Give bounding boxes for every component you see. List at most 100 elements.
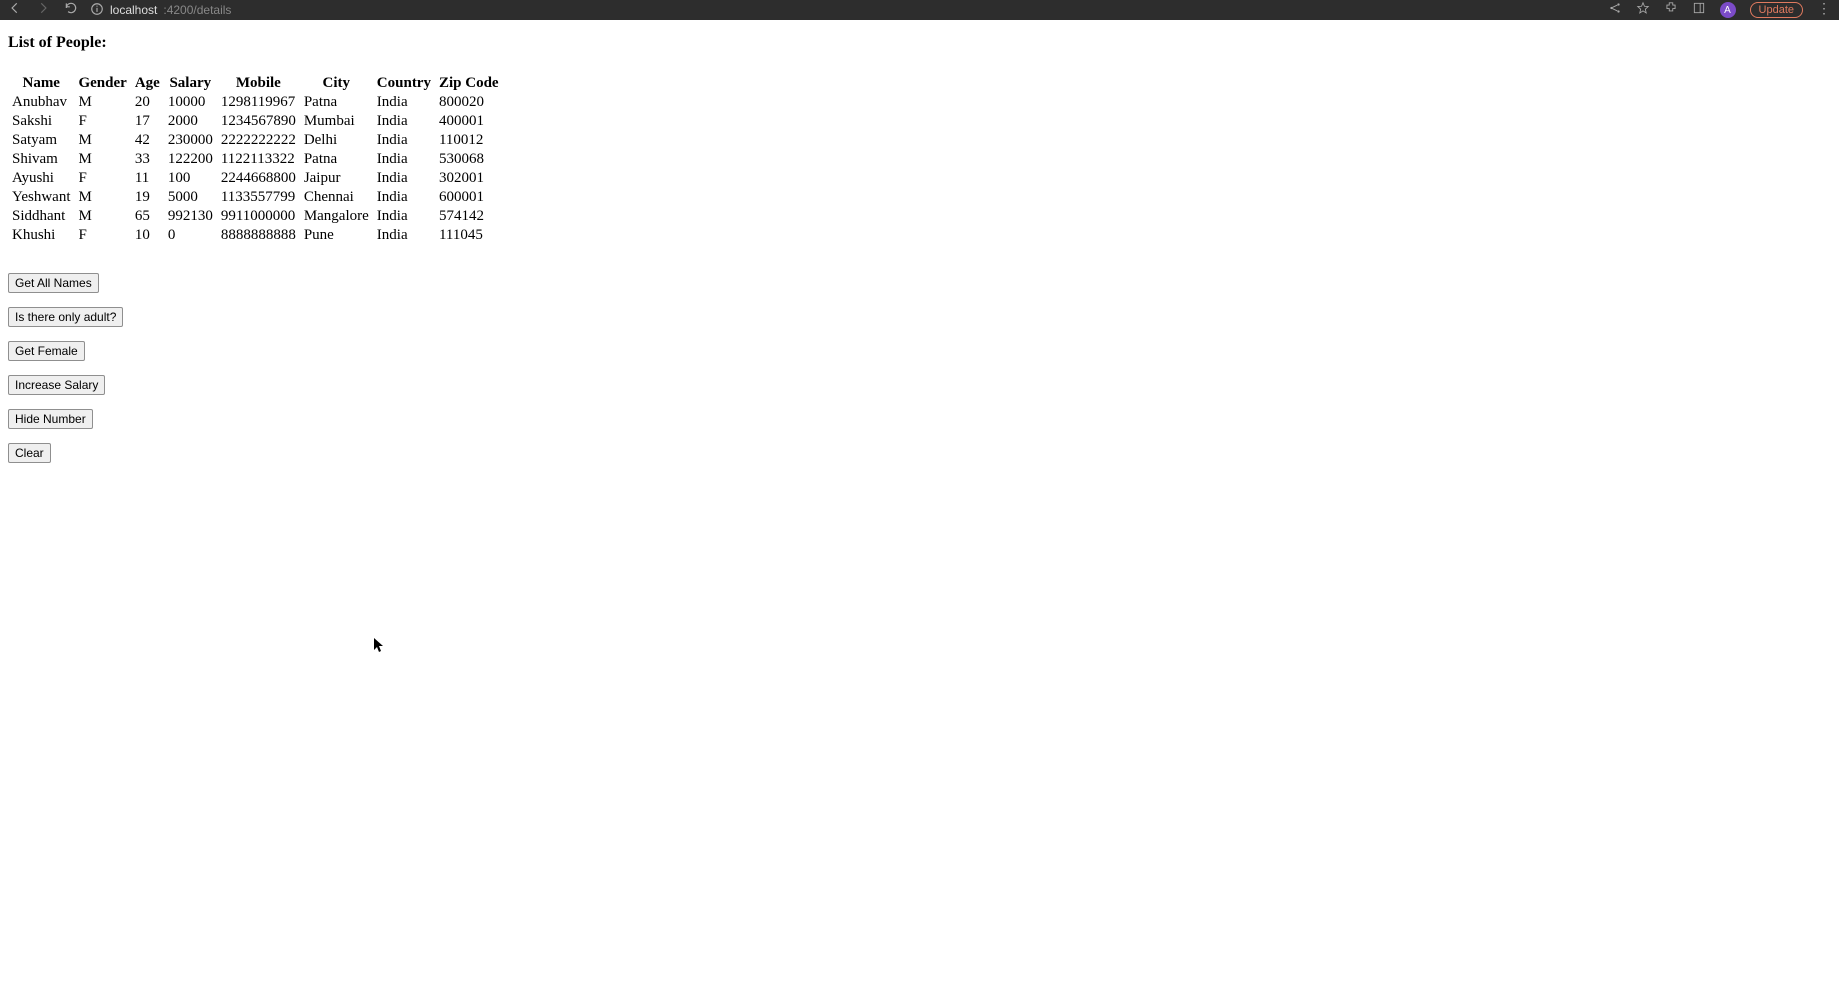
cell-age: 33 bbox=[131, 150, 164, 169]
header-country: Country bbox=[373, 74, 435, 93]
cell-salary: 122200 bbox=[164, 150, 217, 169]
cell-zip: 110012 bbox=[435, 131, 503, 150]
cell-zip: 400001 bbox=[435, 112, 503, 131]
cell-mobile: 9911000000 bbox=[217, 207, 300, 226]
page-content: List of People: Name Gender Age Salary M… bbox=[0, 20, 1839, 485]
cell-zip: 111045 bbox=[435, 226, 503, 245]
cell-salary: 2000 bbox=[164, 112, 217, 131]
cell-gender: M bbox=[74, 188, 130, 207]
header-mobile: Mobile bbox=[217, 74, 300, 93]
cell-salary: 992130 bbox=[164, 207, 217, 226]
header-city: City bbox=[300, 74, 373, 93]
cell-mobile: 2244668800 bbox=[217, 169, 300, 188]
cell-city: Pune bbox=[300, 226, 373, 245]
cell-name: Ayushi bbox=[8, 169, 74, 188]
extensions-icon[interactable] bbox=[1664, 1, 1678, 20]
cell-age: 17 bbox=[131, 112, 164, 131]
avatar[interactable]: A bbox=[1720, 2, 1736, 18]
cell-name: Sakshi bbox=[8, 112, 74, 131]
cell-gender: M bbox=[74, 131, 130, 150]
share-icon[interactable] bbox=[1608, 1, 1622, 20]
cell-country: India bbox=[373, 112, 435, 131]
cell-gender: F bbox=[74, 112, 130, 131]
cell-mobile: 8888888888 bbox=[217, 226, 300, 245]
cell-zip: 574142 bbox=[435, 207, 503, 226]
cell-mobile: 1122113322 bbox=[217, 150, 300, 169]
table-row: SatyamM422300002222222222DelhiIndia11001… bbox=[8, 131, 503, 150]
cell-age: 42 bbox=[131, 131, 164, 150]
cell-name: Shivam bbox=[8, 150, 74, 169]
cell-age: 10 bbox=[131, 226, 164, 245]
cell-name: Siddhant bbox=[8, 207, 74, 226]
reload-icon[interactable] bbox=[64, 1, 78, 20]
cell-name: Anubhav bbox=[8, 93, 74, 112]
back-icon[interactable] bbox=[8, 1, 22, 20]
cell-salary: 5000 bbox=[164, 188, 217, 207]
address-bar[interactable]: localhost :4200/details bbox=[90, 2, 1596, 19]
cell-city: Delhi bbox=[300, 131, 373, 150]
header-gender: Gender bbox=[74, 74, 130, 93]
nav-buttons bbox=[8, 1, 78, 20]
cell-gender: M bbox=[74, 207, 130, 226]
table-row: KhushiF1008888888888PuneIndia111045 bbox=[8, 226, 503, 245]
cell-gender: F bbox=[74, 226, 130, 245]
cell-age: 20 bbox=[131, 93, 164, 112]
cell-age: 65 bbox=[131, 207, 164, 226]
cell-country: India bbox=[373, 150, 435, 169]
cell-country: India bbox=[373, 188, 435, 207]
cell-city: Jaipur bbox=[300, 169, 373, 188]
cell-country: India bbox=[373, 131, 435, 150]
cell-name: Khushi bbox=[8, 226, 74, 245]
table-row: AyushiF111002244668800JaipurIndia302001 bbox=[8, 169, 503, 188]
table-row: SiddhantM659921309911000000MangaloreIndi… bbox=[8, 207, 503, 226]
cell-zip: 800020 bbox=[435, 93, 503, 112]
cell-city: Patna bbox=[300, 93, 373, 112]
table-row: YeshwantM1950001133557799ChennaiIndia600… bbox=[8, 188, 503, 207]
cell-salary: 10000 bbox=[164, 93, 217, 112]
cell-name: Satyam bbox=[8, 131, 74, 150]
cell-country: India bbox=[373, 226, 435, 245]
header-age: Age bbox=[131, 74, 164, 93]
bookmark-star-icon[interactable] bbox=[1636, 1, 1650, 20]
cell-gender: M bbox=[74, 93, 130, 112]
panel-icon[interactable] bbox=[1692, 1, 1706, 20]
cell-zip: 530068 bbox=[435, 150, 503, 169]
cell-zip: 600001 bbox=[435, 188, 503, 207]
cell-zip: 302001 bbox=[435, 169, 503, 188]
browser-toolbar: localhost :4200/details A Update ⋮ bbox=[0, 0, 1839, 20]
clear-button[interactable]: Clear bbox=[8, 443, 51, 463]
table-row: ShivamM331222001122113322PatnaIndia53006… bbox=[8, 150, 503, 169]
cell-gender: M bbox=[74, 150, 130, 169]
cell-mobile: 1234567890 bbox=[217, 112, 300, 131]
cell-salary: 230000 bbox=[164, 131, 217, 150]
forward-icon[interactable] bbox=[36, 1, 50, 20]
mouse-cursor-icon bbox=[374, 638, 386, 654]
header-salary: Salary bbox=[164, 74, 217, 93]
url-host: localhost bbox=[110, 3, 157, 17]
get-female-button[interactable]: Get Female bbox=[8, 341, 85, 361]
site-info-icon[interactable] bbox=[90, 2, 104, 19]
table-row: SakshiF1720001234567890MumbaiIndia400001 bbox=[8, 112, 503, 131]
cell-age: 19 bbox=[131, 188, 164, 207]
header-zip: Zip Code bbox=[435, 74, 503, 93]
cell-city: Chennai bbox=[300, 188, 373, 207]
update-button[interactable]: Update bbox=[1750, 2, 1803, 18]
cell-country: India bbox=[373, 207, 435, 226]
table-header-row: Name Gender Age Salary Mobile City Count… bbox=[8, 74, 503, 93]
table-row: AnubhavM20100001298119967PatnaIndia80002… bbox=[8, 93, 503, 112]
people-table: Name Gender Age Salary Mobile City Count… bbox=[8, 74, 503, 245]
url-path: :4200/details bbox=[163, 3, 231, 17]
page-title: List of People: bbox=[8, 34, 1831, 52]
increase-salary-button[interactable]: Increase Salary bbox=[8, 375, 105, 395]
cell-mobile: 1298119967 bbox=[217, 93, 300, 112]
cell-name: Yeshwant bbox=[8, 188, 74, 207]
cell-city: Mangalore bbox=[300, 207, 373, 226]
cell-gender: F bbox=[74, 169, 130, 188]
cell-country: India bbox=[373, 93, 435, 112]
more-menu-icon[interactable]: ⋮ bbox=[1817, 3, 1831, 17]
is-only-adult-button[interactable]: Is there only adult? bbox=[8, 307, 123, 327]
get-all-names-button[interactable]: Get All Names bbox=[8, 273, 99, 293]
header-name: Name bbox=[8, 74, 74, 93]
hide-number-button[interactable]: Hide Number bbox=[8, 409, 93, 429]
cell-city: Patna bbox=[300, 150, 373, 169]
